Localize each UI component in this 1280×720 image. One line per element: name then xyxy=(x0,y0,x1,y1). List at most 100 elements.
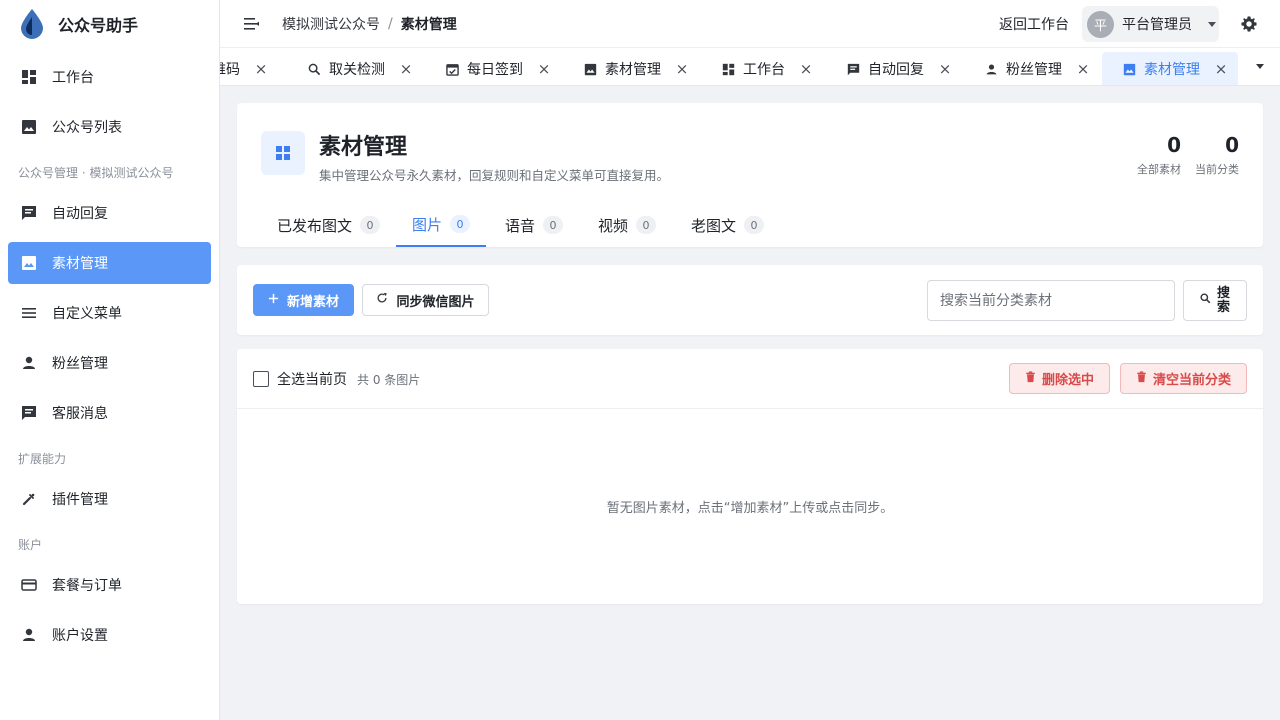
brand-name: 公众号助手 xyxy=(58,16,139,35)
delete-selected-button[interactable]: 删除选中 xyxy=(1009,363,1110,394)
sidebar-item-materials[interactable]: 素材管理 xyxy=(8,242,211,284)
select-all-label[interactable]: 全选当前页 xyxy=(277,369,347,389)
menu-icon xyxy=(20,304,38,322)
toolbar-card: 新增素材 同步微信图片 搜索 xyxy=(237,265,1263,335)
tab-daily-checkin[interactable]: 每日签到 × xyxy=(445,52,551,85)
sidebar-section-extensions: 扩展能力 xyxy=(18,452,67,466)
category-label: 已发布图文 xyxy=(277,216,353,235)
tab-materials[interactable]: 素材管理 × xyxy=(583,52,689,85)
button-label: 清空当前分类 xyxy=(1152,373,1231,388)
dashboard-icon xyxy=(20,68,38,86)
card-icon xyxy=(20,576,38,594)
sidebar-item-fans[interactable]: 粉丝管理 xyxy=(8,342,211,384)
tab-video[interactable]: 视频 0 xyxy=(582,203,672,247)
tab-materials-active[interactable]: 素材管理 × xyxy=(1102,52,1238,85)
tab-voice[interactable]: 语音 0 xyxy=(489,203,579,247)
tab-unfollow-check[interactable]: 取关检测 × xyxy=(307,52,413,85)
sidebar-section-account: 账户 xyxy=(18,538,43,552)
breadcrumb: 模拟测试公众号 / 素材管理 xyxy=(282,14,457,34)
calendar-check-icon xyxy=(445,62,459,76)
sidebar-item-dashboard[interactable]: 工作台 xyxy=(8,56,211,98)
close-icon[interactable]: × xyxy=(537,60,551,78)
tab-label: 维码 xyxy=(220,62,240,78)
list-header: 全选当前页 共 0 条图片 删除选中 清空当前分类 xyxy=(237,349,1263,409)
image-icon xyxy=(1122,62,1136,76)
tab-label: 素材管理 xyxy=(605,62,661,78)
category-label: 图片 xyxy=(412,215,443,234)
tab-qrcode[interactable]: 维码 × xyxy=(220,52,268,85)
trash-icon xyxy=(1136,370,1147,387)
water-drop-logo-icon xyxy=(21,9,43,39)
sidebar-item-label: 自动回复 xyxy=(52,206,108,222)
button-label: 同步微信图片 xyxy=(396,294,475,310)
plus-icon xyxy=(268,293,279,308)
trash-icon xyxy=(1025,370,1036,387)
tab-fans[interactable]: 粉丝管理 × xyxy=(984,52,1090,85)
image-icon xyxy=(20,118,38,136)
sidebar-item-plans-orders[interactable]: 套餐与订单 xyxy=(8,564,211,606)
message-icon xyxy=(20,204,38,222)
count-badge: 0 xyxy=(636,216,657,234)
avatar: 平 xyxy=(1087,10,1114,38)
item-count: 共 0 条图片 xyxy=(357,373,421,387)
person-icon xyxy=(984,62,998,76)
add-material-button[interactable]: 新增素材 xyxy=(253,284,354,316)
sync-wechat-images-button[interactable]: 同步微信图片 xyxy=(362,284,489,316)
person-icon xyxy=(20,354,38,372)
open-tabs-bar: 维码 × 取关检测 × 每日签到 × 素材管理 × 工作台 × 自动回复 × 粉… xyxy=(220,48,1280,86)
empty-state: 暂无图片素材，点击“增加素材”上传或点击同步。 xyxy=(606,501,894,516)
category-label: 语音 xyxy=(505,216,536,235)
search-button[interactable]: 搜索 xyxy=(1183,280,1247,321)
tab-label: 工作台 xyxy=(743,62,785,78)
grid-icon xyxy=(261,131,305,175)
dashboard-icon xyxy=(721,62,735,76)
top-header: 模拟测试公众号 / 素材管理 返回工作台 平 平台管理员 xyxy=(220,0,1280,48)
count-badge: 0 xyxy=(744,216,765,234)
user-menu[interactable]: 平 平台管理员 xyxy=(1082,6,1219,42)
tab-published-articles[interactable]: 已发布图文 0 xyxy=(261,203,396,247)
select-all-checkbox[interactable] xyxy=(253,371,269,387)
stat-total-materials: 0 全部素材 xyxy=(1137,133,1181,177)
close-icon[interactable]: × xyxy=(799,60,813,78)
sidebar-item-customer-service[interactable]: 客服消息 xyxy=(8,392,211,434)
tab-auto-reply[interactable]: 自动回复 × xyxy=(846,52,952,85)
category-label: 视频 xyxy=(598,216,629,235)
tab-legacy-articles[interactable]: 老图文 0 xyxy=(675,203,780,247)
close-icon[interactable]: × xyxy=(1076,60,1090,78)
breadcrumb-separator: / xyxy=(388,15,393,32)
user-name: 平台管理员 xyxy=(1122,17,1192,33)
page-header-card: 素材管理 集中管理公众号永久素材，回复规则和自定义菜单可直接复用。 0 全部素材… xyxy=(237,103,1263,247)
sidebar-item-label: 账户设置 xyxy=(52,628,108,644)
sidebar-item-plugins[interactable]: 插件管理 xyxy=(8,478,211,520)
tab-images[interactable]: 图片 0 xyxy=(396,203,487,247)
sidebar: 公众号助手 工作台 公众号列表 公众号管理 · 模拟测试公众号 自动回复 素材管… xyxy=(0,0,220,720)
close-icon[interactable]: × xyxy=(1214,60,1228,78)
gear-icon[interactable] xyxy=(1240,15,1258,33)
chevron-down-icon xyxy=(1208,21,1216,27)
button-label: 删除选中 xyxy=(1041,373,1094,388)
stat-label: 当前分类 xyxy=(1195,163,1239,176)
search-input[interactable] xyxy=(927,280,1175,321)
back-to-workbench-link[interactable]: 返回工作台 xyxy=(999,0,1069,48)
close-icon[interactable]: × xyxy=(938,60,952,78)
breadcrumb-account[interactable]: 模拟测试公众号 xyxy=(282,14,380,34)
stat-value: 0 xyxy=(1167,133,1181,157)
image-icon xyxy=(583,62,597,76)
sidebar-item-label: 粉丝管理 xyxy=(52,356,108,372)
sidebar-item-account-settings[interactable]: 账户设置 xyxy=(8,614,211,656)
brand: 公众号助手 xyxy=(0,0,219,48)
tabs-more-chevron-down-icon[interactable] xyxy=(1256,64,1264,69)
plugin-icon xyxy=(20,490,38,508)
sidebar-item-auto-reply[interactable]: 自动回复 xyxy=(8,192,211,234)
close-icon[interactable]: × xyxy=(254,60,268,78)
count-badge: 0 xyxy=(450,215,471,233)
search-icon xyxy=(307,62,321,76)
sidebar-item-custom-menu[interactable]: 自定义菜单 xyxy=(8,292,211,334)
clear-category-button[interactable]: 清空当前分类 xyxy=(1120,363,1247,394)
close-icon[interactable]: × xyxy=(675,60,689,78)
page-title: 素材管理 xyxy=(319,135,408,160)
menu-collapse-icon[interactable] xyxy=(243,15,261,33)
tab-dashboard[interactable]: 工作台 × xyxy=(721,52,813,85)
sidebar-item-accounts[interactable]: 公众号列表 xyxy=(8,106,211,148)
close-icon[interactable]: × xyxy=(399,60,413,78)
